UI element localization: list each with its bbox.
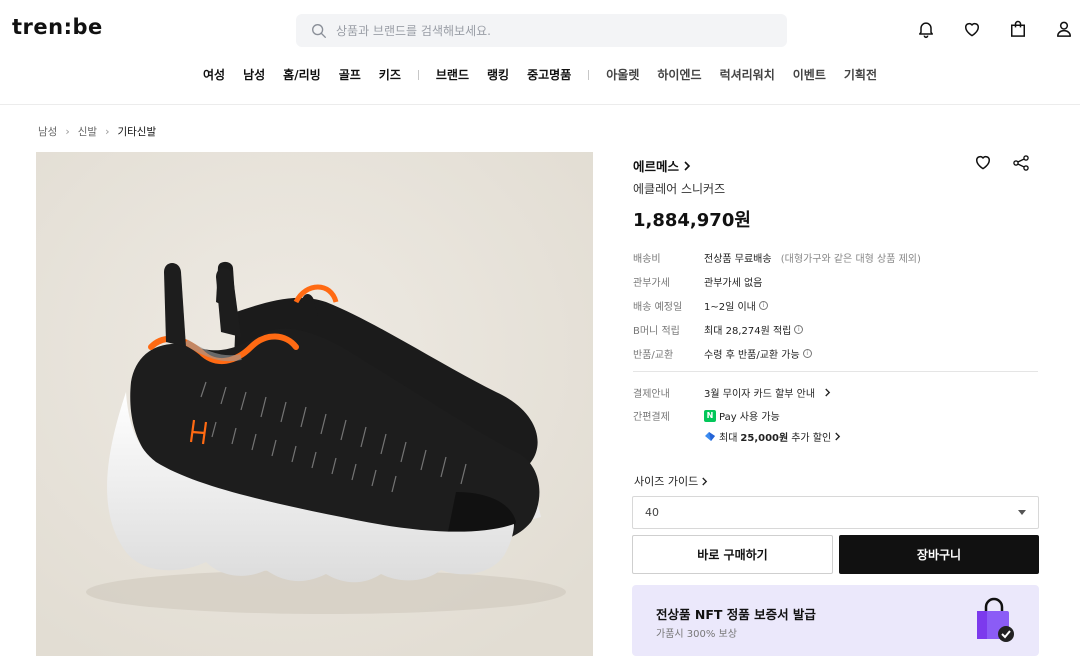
delivery-value: 1~2일 이내 bbox=[704, 302, 756, 313]
info-divider bbox=[633, 371, 1038, 372]
nav-home-living[interactable]: 홈/리빙 bbox=[274, 66, 330, 83]
shopping-bag-icon[interactable] bbox=[1006, 17, 1030, 41]
nav-golf[interactable]: 골프 bbox=[330, 66, 370, 83]
bmoney-value: 최대 28,274원 적립 bbox=[704, 326, 792, 337]
naver-pay-icon: N bbox=[704, 409, 716, 422]
nav-women[interactable]: 여성 bbox=[194, 66, 234, 83]
nft-subtitle: 가품시 300% 보상 bbox=[656, 629, 737, 640]
chevron-right-icon bbox=[702, 477, 708, 485]
trenbe-logo[interactable]: tren:be bbox=[12, 15, 103, 39]
chevron-right-icon: › bbox=[105, 125, 110, 138]
return-label: 반품/교환 bbox=[633, 350, 674, 361]
share-icon[interactable] bbox=[1011, 152, 1031, 174]
chevron-right-icon: › bbox=[65, 125, 70, 138]
discount-row: 최대 25,000원 추가 할인 bbox=[633, 429, 841, 444]
bmoney-label: B머니 적립 bbox=[633, 326, 680, 337]
nav-ranking[interactable]: 랭킹 bbox=[478, 66, 518, 83]
bell-icon[interactable] bbox=[914, 17, 938, 41]
breadcrumb-other-shoes[interactable]: 기타신발 bbox=[117, 124, 156, 139]
search-icon bbox=[312, 23, 326, 38]
shopping-bag-check-icon bbox=[977, 597, 1014, 642]
nav-used-luxury[interactable]: 중고명품 bbox=[518, 66, 580, 83]
shipping-value: 전상품 무료배송 bbox=[704, 254, 772, 265]
easypay-label: 간편결제 bbox=[633, 412, 670, 423]
buy-now-button[interactable]: 바로 구매하기 bbox=[632, 535, 833, 574]
nav-kids[interactable]: 키즈 bbox=[370, 66, 410, 83]
shipping-note: (대형가구와 같은 대형 상품 제외) bbox=[780, 254, 921, 265]
search-placeholder[interactable]: 상품과 브랜드를 검색해보세요. bbox=[336, 22, 491, 39]
nft-title: 전상품 NFT 정품 보증서 발급 bbox=[656, 607, 816, 622]
wishlist-heart-icon[interactable] bbox=[973, 152, 993, 172]
discount-prefix: 최대 bbox=[719, 433, 738, 444]
npay-value: Pay 사용 가능 bbox=[719, 412, 780, 423]
info-icon[interactable]: i bbox=[758, 301, 768, 310]
breadcrumb-shoes[interactable]: 신발 bbox=[78, 124, 97, 139]
header-divider bbox=[0, 104, 1080, 105]
delivery-row: 배송 예정일 1~2일 이내 i bbox=[633, 298, 768, 313]
discount-amount: 25,000원 bbox=[740, 433, 789, 444]
nav-brand[interactable]: 브랜드 bbox=[427, 66, 478, 83]
breadcrumb-men[interactable]: 남성 bbox=[38, 124, 57, 139]
nav-high-end[interactable]: 하이엔드 bbox=[648, 66, 710, 83]
chevron-right-icon bbox=[835, 432, 841, 441]
size-guide-label[interactable]: 사이즈 가이드 bbox=[634, 473, 698, 489]
size-selected-value[interactable]: 40 bbox=[645, 506, 659, 519]
payment-row: 결제안내 3월 무이자 카드 할부 안내 bbox=[633, 385, 831, 400]
delivery-label: 배송 예정일 bbox=[633, 302, 683, 313]
product-name: 에클레어 스니커즈 bbox=[633, 182, 726, 196]
brand-link[interactable]: 에르메스 bbox=[633, 156, 691, 175]
chevron-right-icon bbox=[825, 388, 831, 397]
add-to-cart-button[interactable]: 장바구니 bbox=[839, 535, 1039, 574]
product-image[interactable] bbox=[36, 152, 593, 656]
shipping-row: 배송비 전상품 무료배송 (대형가구와 같은 대형 상품 제외) bbox=[633, 250, 921, 265]
main-nav: 여성 남성 홈/리빙 골프 키즈 브랜드 랭킹 중고명품 아울렛 하이엔드 럭셔… bbox=[0, 66, 1080, 83]
return-value: 수령 후 반품/교환 가능 bbox=[704, 350, 800, 361]
payment-value[interactable]: 3월 무이자 카드 할부 안내 bbox=[704, 385, 815, 400]
search-bar[interactable]: 상품과 브랜드를 검색해보세요. bbox=[296, 14, 787, 47]
discount-suffix: 추가 할인 bbox=[791, 433, 832, 444]
bmoney-row: B머니 적립 최대 28,274원 적립 i bbox=[633, 322, 804, 337]
installment-link[interactable]: 3월 무이자 카드 할부 안내 bbox=[704, 385, 831, 400]
nav-luxury-watch[interactable]: 럭셔리워치 bbox=[711, 66, 784, 83]
discount-link[interactable]: 최대 25,000원 추가 할인 bbox=[704, 429, 841, 444]
nav-men[interactable]: 남성 bbox=[234, 66, 274, 83]
info-icon[interactable]: i bbox=[802, 349, 812, 358]
product-price: 1,884,970원 bbox=[633, 210, 751, 231]
nav-divider bbox=[417, 69, 419, 80]
shipping-label: 배송비 bbox=[633, 254, 661, 265]
chevron-right-icon bbox=[684, 160, 691, 171]
return-row: 반품/교환 수령 후 반품/교환 가능 i bbox=[633, 346, 812, 361]
customs-row: 관부가세 관부가세 없음 bbox=[633, 274, 762, 289]
size-guide-link[interactable]: 사이즈 가이드 bbox=[634, 473, 708, 489]
breadcrumb: 남성 › 신발 › 기타신발 bbox=[38, 124, 156, 139]
size-select[interactable]: 40 bbox=[632, 496, 1039, 529]
nav-event[interactable]: 이벤트 bbox=[784, 66, 835, 83]
nft-banner[interactable]: 전상품 NFT 정품 보증서 발급 가품시 300% 보상 bbox=[632, 585, 1039, 656]
heart-icon[interactable] bbox=[960, 17, 984, 41]
payment-label: 결제안내 bbox=[633, 389, 670, 400]
info-icon[interactable]: i bbox=[794, 325, 804, 334]
customs-label: 관부가세 bbox=[633, 278, 670, 289]
nav-exhibition[interactable]: 기획전 bbox=[835, 66, 886, 83]
coupon-diamond-icon bbox=[705, 432, 715, 441]
nav-divider bbox=[588, 69, 590, 80]
nav-outlet[interactable]: 아울렛 bbox=[597, 66, 648, 83]
caret-down-icon bbox=[1018, 510, 1026, 515]
customs-value: 관부가세 없음 bbox=[704, 278, 763, 289]
brand-name[interactable]: 에르메스 bbox=[633, 156, 679, 175]
easypay-row: 간편결제 N Pay 사용 가능 bbox=[633, 408, 780, 423]
user-icon[interactable] bbox=[1052, 17, 1076, 41]
